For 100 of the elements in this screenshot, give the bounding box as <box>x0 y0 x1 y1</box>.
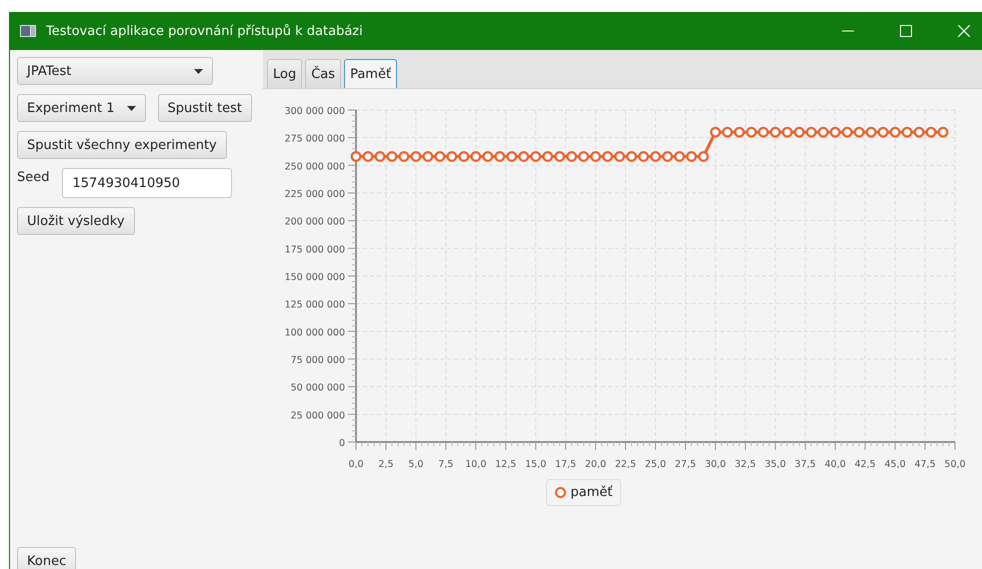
data-point <box>745 126 756 138</box>
data-point <box>578 151 589 162</box>
y-tick-label: 125 000 000 <box>284 300 344 311</box>
data-point <box>518 151 529 162</box>
data-point <box>686 151 696 162</box>
data-point <box>805 126 816 138</box>
tab[interactable]: Log <box>267 59 302 88</box>
x-tick-label: 27,5 <box>674 459 696 470</box>
data-point <box>877 126 888 138</box>
x-tick-label: 37,5 <box>794 459 816 470</box>
data-point <box>374 151 385 162</box>
y-tick-label: 150 000 000 <box>284 272 344 283</box>
x-tick-label: 42,5 <box>854 459 876 470</box>
x-tick-label: 7,5 <box>438 459 453 470</box>
exit-button[interactable]: Konec <box>17 547 76 569</box>
data-point <box>590 151 600 162</box>
data-point <box>626 151 636 162</box>
window-title: Testovací aplikace porovnání přístupů k databázi <box>46 24 363 38</box>
data-point <box>446 151 457 162</box>
data-point <box>506 151 517 162</box>
data-point <box>458 151 469 162</box>
x-tick-label: 32,5 <box>734 459 756 470</box>
data-point <box>817 126 828 138</box>
data-point <box>733 126 744 138</box>
data-point <box>674 151 684 162</box>
test-dropdown[interactable]: JPATest <box>17 57 213 85</box>
seed-label: Seed <box>17 170 50 185</box>
seed-field[interactable]: 1574930410950 <box>62 168 232 198</box>
y-tick-label: 25 000 000 <box>290 410 344 422</box>
x-tick-label: 5,0 <box>408 459 423 470</box>
y-tick-label: 100 000 000 <box>284 327 344 338</box>
y-tick-label: 0 <box>338 438 344 449</box>
caret-icon <box>194 68 203 74</box>
data-point <box>494 151 505 162</box>
x-tick-label: 50,0 <box>944 459 966 470</box>
x-tick-label: 35,0 <box>764 459 786 470</box>
data-point <box>793 126 804 138</box>
data-point <box>853 126 864 138</box>
data-point <box>829 126 840 138</box>
data-point <box>662 151 672 162</box>
data-point <box>530 151 541 162</box>
y-tick-label: 300 000 000 <box>284 106 344 117</box>
x-tick-label: 17,5 <box>554 459 576 470</box>
x-tick-label: 12,5 <box>494 459 516 470</box>
data-point <box>757 126 768 138</box>
legend-marker <box>554 487 566 498</box>
data-point <box>362 151 373 162</box>
y-tick-label: 200 000 000 <box>284 216 344 228</box>
x-tick-label: 2,5 <box>378 459 393 470</box>
x-tick-label: 10,0 <box>464 459 486 470</box>
data-point <box>602 151 612 162</box>
y-tick-label: 225 000 000 <box>284 189 344 200</box>
y-tick-label: 250 000 000 <box>284 161 344 172</box>
data-point <box>554 151 565 162</box>
x-tick-label: 15,0 <box>524 459 546 470</box>
run-test-button[interactable]: Spustit test <box>158 94 252 122</box>
y-tick-label: 75 000 000 <box>290 355 344 366</box>
x-tick-label: 0,0 <box>348 459 364 470</box>
x-tick-label: 45,0 <box>884 459 906 470</box>
x-tick-label: 20,0 <box>584 459 606 470</box>
x-tick-label: 25,0 <box>644 459 666 470</box>
legend-label: paměť <box>570 485 612 500</box>
data-point <box>901 126 912 138</box>
run-all-button[interactable]: Spustit všechny experimenty <box>17 131 227 159</box>
tab[interactable]: Paměť <box>344 59 398 88</box>
data-point <box>650 151 660 162</box>
data-point <box>925 126 936 138</box>
x-tick-label: 22,5 <box>614 459 636 470</box>
data-point <box>614 151 624 162</box>
data-point <box>566 151 577 162</box>
x-tick-label: 30,0 <box>704 459 726 470</box>
data-point <box>422 151 433 162</box>
data-point <box>889 126 900 138</box>
data-point <box>434 151 445 162</box>
data-point <box>482 151 493 162</box>
caret-icon <box>126 106 136 110</box>
experiment-dropdown[interactable]: Experiment 1 <box>17 94 146 122</box>
y-tick-label: 275 000 000 <box>284 134 344 145</box>
data-point <box>710 126 720 138</box>
save-results-button[interactable]: Uložit výsledky <box>17 207 135 235</box>
close-icon[interactable] <box>958 25 970 37</box>
data-point <box>542 151 553 162</box>
data-point <box>781 126 792 138</box>
data-point <box>865 126 876 138</box>
data-point <box>937 126 948 138</box>
maximize-icon[interactable] <box>900 25 912 37</box>
data-point <box>470 151 481 162</box>
data-point <box>913 126 924 138</box>
data-point <box>841 126 852 138</box>
data-point <box>698 151 708 162</box>
data-point <box>410 151 421 162</box>
x-tick-label: 47,5 <box>914 459 936 470</box>
data-point <box>386 151 397 162</box>
data-point <box>638 151 648 162</box>
y-tick-label: 175 000 000 <box>284 244 344 256</box>
tab[interactable]: Čas <box>305 59 342 88</box>
x-tick-label: 40,0 <box>824 459 846 470</box>
data-point <box>769 126 780 138</box>
data-point <box>721 126 732 138</box>
y-tick-label: 50 000 000 <box>290 382 344 394</box>
